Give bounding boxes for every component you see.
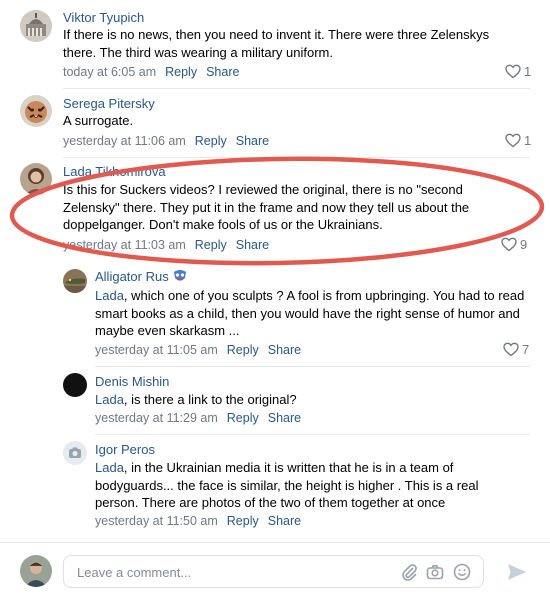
camera-icon[interactable] bbox=[426, 563, 444, 581]
comment-timestamp[interactable]: yesterday at 11:50 am bbox=[95, 514, 218, 528]
share-button[interactable]: Share bbox=[268, 343, 301, 357]
comment-meta: yesterday at 11:05 am Reply Share bbox=[95, 343, 301, 357]
like-button[interactable]: 9 bbox=[501, 237, 527, 252]
share-button[interactable]: Share bbox=[236, 238, 269, 252]
share-button[interactable]: Share bbox=[268, 411, 301, 425]
woman-photo-icon bbox=[20, 163, 52, 195]
heart-outline-icon bbox=[505, 64, 521, 79]
comment-author[interactable]: Alligator Rus bbox=[95, 269, 187, 284]
like-count: 1 bbox=[524, 133, 532, 148]
like-count: 7 bbox=[522, 342, 530, 357]
comment-text: Is this for Suckers videos? I reviewed t… bbox=[63, 182, 470, 232]
like-button[interactable]: 7 bbox=[503, 342, 529, 357]
comment-author[interactable]: Viktor Tyupich bbox=[63, 10, 144, 25]
avatar[interactable] bbox=[20, 10, 52, 42]
comment-input[interactable] bbox=[75, 564, 379, 581]
avatar[interactable] bbox=[63, 441, 87, 465]
heart-outline-icon bbox=[505, 133, 521, 148]
mask-badge-icon bbox=[173, 270, 186, 281]
mention-link[interactable]: Lada bbox=[95, 288, 124, 303]
comment-author[interactable]: Denis Mishin bbox=[95, 374, 169, 389]
send-arrow-icon[interactable] bbox=[506, 561, 528, 583]
divider bbox=[63, 88, 530, 89]
comment-meta: yesterday at 11:03 am Reply Share bbox=[63, 238, 269, 252]
reply-button[interactable]: Reply bbox=[227, 514, 259, 528]
comment-text: Lada, in the Ukrainian media it is writt… bbox=[95, 460, 479, 510]
avatar[interactable] bbox=[20, 163, 52, 195]
comment-timestamp[interactable]: yesterday at 11:03 am bbox=[63, 238, 186, 252]
reply-button[interactable]: Reply bbox=[227, 343, 259, 357]
divider bbox=[63, 157, 530, 158]
reply-button[interactable]: Reply bbox=[195, 238, 227, 252]
divider bbox=[95, 366, 530, 367]
reply-button[interactable]: Reply bbox=[195, 134, 227, 148]
alligator-photo-icon bbox=[63, 269, 87, 293]
comment-author[interactable]: Lada Tikhomirova bbox=[63, 164, 166, 179]
divider bbox=[95, 434, 530, 435]
like-count: 1 bbox=[524, 64, 532, 79]
mention-link[interactable]: Lada bbox=[95, 460, 124, 475]
comment-text: If there is no news, then you need to in… bbox=[63, 27, 490, 60]
comment-text: Lada, which one of you sculpts ? A fool … bbox=[95, 288, 525, 338]
avatar[interactable] bbox=[63, 269, 87, 293]
reply-button[interactable]: Reply bbox=[165, 65, 197, 79]
like-count: 9 bbox=[520, 237, 528, 252]
comment-meta: today at 6:05 am Reply Share bbox=[63, 65, 239, 79]
comment-timestamp[interactable]: yesterday at 11:29 am bbox=[95, 411, 218, 425]
composer-divider bbox=[0, 542, 550, 543]
heart-outline-icon bbox=[503, 342, 519, 357]
comment-composer bbox=[63, 555, 484, 588]
comment-timestamp[interactable]: yesterday at 11:06 am bbox=[63, 134, 186, 148]
comment-timestamp[interactable]: today at 6:05 am bbox=[63, 65, 156, 79]
comment-meta: yesterday at 11:06 am Reply Share bbox=[63, 134, 269, 148]
tiger-photo-icon bbox=[20, 95, 52, 127]
comment-meta: yesterday at 11:50 am Reply Share bbox=[95, 514, 301, 528]
mention-link[interactable]: Lada bbox=[95, 392, 124, 407]
comment-author[interactable]: Igor Peros bbox=[95, 442, 155, 457]
smiley-icon[interactable] bbox=[453, 563, 471, 581]
like-button[interactable]: 1 bbox=[505, 133, 531, 148]
share-button[interactable]: Share bbox=[236, 134, 269, 148]
comment-text: Lada, is there a link to the original? bbox=[95, 392, 297, 407]
avatar[interactable] bbox=[63, 373, 87, 397]
man-photo-icon bbox=[20, 555, 52, 587]
comment-timestamp[interactable]: yesterday at 11:05 am bbox=[95, 343, 218, 357]
heart-outline-icon bbox=[501, 237, 517, 252]
comment-meta: yesterday at 11:29 am Reply Share bbox=[95, 411, 301, 425]
share-button[interactable]: Share bbox=[206, 65, 239, 79]
comment-author[interactable]: Serega Pitersky bbox=[63, 96, 155, 111]
camera-placeholder-icon bbox=[69, 447, 81, 458]
building-photo-icon bbox=[20, 10, 52, 42]
like-button[interactable]: 1 bbox=[505, 64, 531, 79]
comment-text: A surrogate. bbox=[63, 113, 134, 128]
reply-button[interactable]: Reply bbox=[227, 411, 259, 425]
paperclip-icon[interactable] bbox=[400, 563, 418, 581]
share-button[interactable]: Share bbox=[268, 514, 301, 528]
current-user-avatar[interactable] bbox=[20, 555, 52, 587]
avatar[interactable] bbox=[20, 95, 52, 127]
